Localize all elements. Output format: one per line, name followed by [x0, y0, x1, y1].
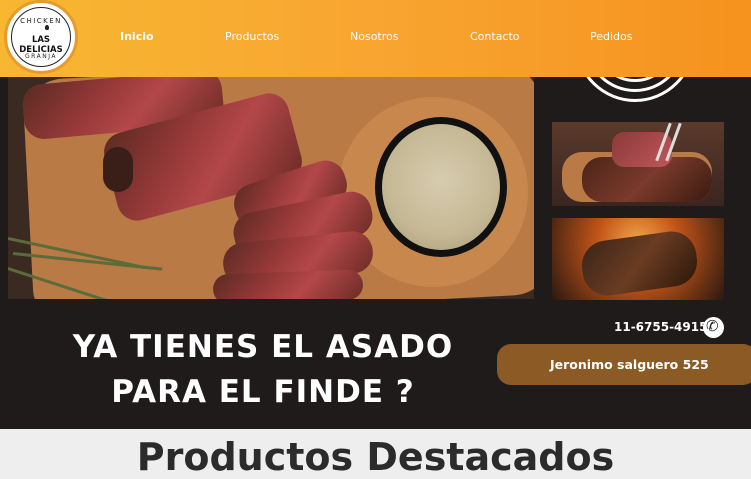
bone — [103, 147, 133, 192]
nav-pedidos[interactable]: Pedidos — [590, 30, 633, 43]
nav-nosotros[interactable]: Nosotros — [350, 30, 398, 43]
nav-productos[interactable]: Productos — [225, 30, 279, 43]
featured-products-section: Productos Destacados — [0, 429, 751, 479]
hero-banner: YA TIENES EL ASADO PARA EL FINDE ? 11-67… — [0, 77, 751, 429]
steak-fork-image — [552, 122, 724, 206]
logo-top-text: CHICKEN — [20, 17, 62, 25]
phone-icon[interactable] — [703, 317, 724, 338]
sauce — [382, 124, 500, 250]
address-badge: Jeronimo salguero 525 — [497, 344, 751, 385]
logo-ring: CHICKEN LAS DELICIAS GRANJA — [11, 7, 71, 67]
grill-steak-image — [552, 218, 724, 300]
section-title: Productos Destacados — [136, 435, 615, 479]
steak-slice — [212, 269, 364, 299]
hero-steak-image — [8, 77, 534, 299]
nav-contacto[interactable]: Contacto — [470, 30, 520, 43]
logo-bottom-text: GRANJA — [25, 53, 57, 60]
address-text: Jeronimo salguero 525 — [550, 357, 709, 372]
decorative-rings — [565, 77, 705, 112]
nav-inicio[interactable]: Inicio — [120, 30, 154, 43]
hero-headline-line1: YA TIENES EL ASADO — [72, 329, 454, 365]
chicken-icon — [45, 25, 49, 30]
brand-logo[interactable]: CHICKEN LAS DELICIAS GRANJA — [4, 0, 78, 74]
site-header: CHICKEN LAS DELICIAS GRANJA Inicio Produ… — [0, 0, 751, 77]
hero-headline-line2: PARA EL FINDE ? — [111, 374, 415, 410]
logo-main-text: LAS DELICIAS — [19, 35, 63, 55]
phone-number[interactable]: 11-6755-4915 — [614, 320, 707, 334]
